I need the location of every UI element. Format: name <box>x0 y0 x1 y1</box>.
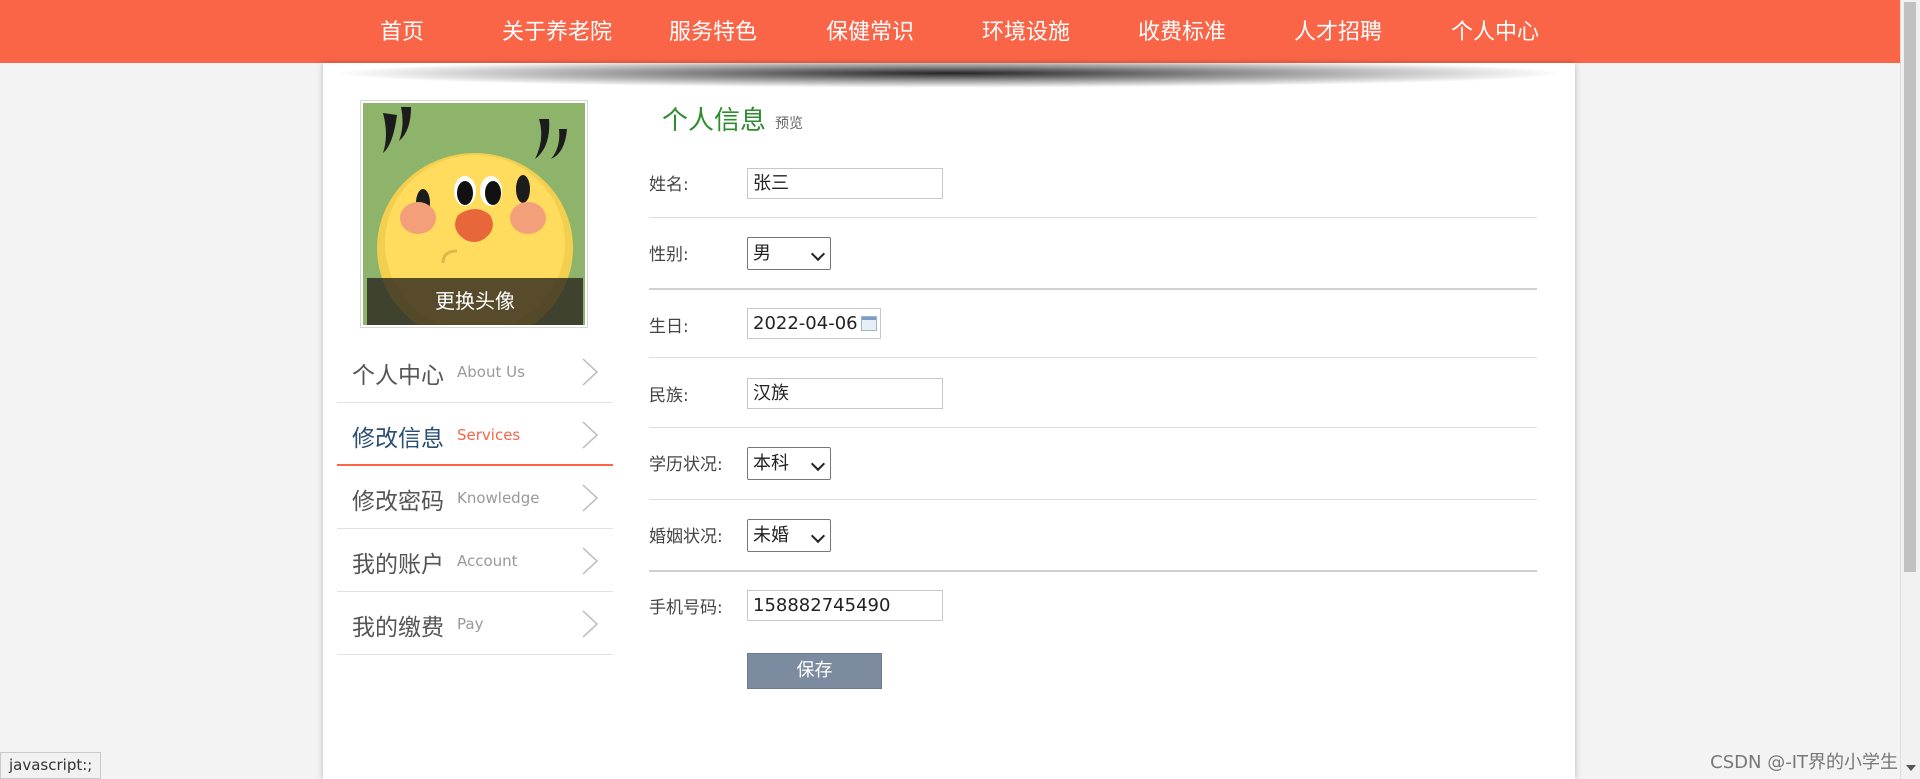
save-button[interactable]: 保存 <box>747 653 882 689</box>
education-select[interactable]: 本科 <box>747 447 831 480</box>
form-row-phone: 手机号码: 158882745490 <box>649 572 1537 632</box>
decorative-shadow-divider <box>335 63 1565 95</box>
chevron-right-icon <box>582 484 599 512</box>
sidebar-item-label: 修改信息 <box>352 426 444 452</box>
marital-select[interactable]: 未婚 <box>747 519 831 552</box>
chevron-right-icon <box>582 421 599 449</box>
calendar-icon[interactable] <box>861 316 877 331</box>
chevron-down-icon <box>810 528 826 544</box>
preview-link[interactable]: 预览 <box>775 113 803 133</box>
avatar[interactable]: 更换头像 <box>360 100 588 328</box>
chevron-down-icon <box>810 246 826 262</box>
sidebar-item-label: 我的缴费 <box>352 615 444 641</box>
nav-item-facilities[interactable]: 环境设施 <box>982 0 1070 63</box>
sidebar-item-edit-info[interactable]: 修改信息 Services <box>337 403 613 466</box>
gender-label: 性别: <box>649 245 689 265</box>
ethnicity-label: 民族: <box>649 386 689 406</box>
gender-selected-value: 男 <box>753 243 771 264</box>
scrollbar-thumb[interactable] <box>1904 2 1916 572</box>
watermark: CSDN @-IT界的小学生 <box>1710 752 1898 773</box>
sidebar-item-label: 修改密码 <box>352 489 444 515</box>
browser-status-bar: javascript:; <box>0 752 102 779</box>
sidebar-item-personal-center[interactable]: 个人中心 About Us <box>337 340 613 403</box>
nav-item-personal-center[interactable]: 个人中心 <box>1451 0 1539 63</box>
sidebar-item-label: 我的账户 <box>352 552 444 578</box>
sidebar-item-sublabel: Knowledge <box>457 489 540 507</box>
sidebar-item-sublabel: About Us <box>457 363 525 381</box>
chevron-right-icon <box>582 610 599 638</box>
nav-item-about[interactable]: 关于养老院 <box>502 0 612 63</box>
education-selected-value: 本科 <box>753 453 789 474</box>
sidebar-item-sublabel: Services <box>457 426 521 444</box>
nav-item-recruitment[interactable]: 人才招聘 <box>1294 0 1382 63</box>
gender-select[interactable]: 男 <box>747 237 831 270</box>
side-menu: 个人中心 About Us 修改信息 Services 修改密码 Knowled… <box>337 340 613 655</box>
form-row-ethnicity: 民族: 汉族 <box>649 358 1537 428</box>
name-label: 姓名: <box>649 175 689 195</box>
form-row-birthday: 生日: 2022-04-06 <box>649 290 1537 358</box>
sidebar-item-my-account[interactable]: 我的账户 Account <box>337 529 613 592</box>
sidebar-item-sublabel: Account <box>457 552 518 570</box>
form-row-name: 姓名: 张三 <box>649 155 1537 218</box>
nav-item-fees[interactable]: 收费标准 <box>1138 0 1226 63</box>
sidebar-item-change-password[interactable]: 修改密码 Knowledge <box>337 466 613 529</box>
top-navigation-bar: 首页 关于养老院 服务特色 保健常识 环境设施 收费标准 人才招聘 个人中心 <box>0 0 1900 63</box>
sidebar-item-label: 个人中心 <box>352 363 444 389</box>
birthday-value: 2022-04-06 <box>753 313 858 334</box>
vertical-scrollbar[interactable] <box>1900 0 1920 779</box>
form-row-education: 学历状况: 本科 <box>649 428 1537 500</box>
sidebar-item-sublabel: Pay <box>457 615 484 633</box>
form-row-marital: 婚姻状况: 未婚 <box>649 500 1537 572</box>
education-label: 学历状况: <box>649 455 723 475</box>
change-avatar-button[interactable]: 更换头像 <box>367 278 583 325</box>
birthday-input[interactable]: 2022-04-06 <box>747 308 881 339</box>
marital-selected-value: 未婚 <box>753 525 789 546</box>
phone-label: 手机号码: <box>649 598 723 618</box>
scroll-down-arrow-icon[interactable] <box>1906 765 1916 771</box>
form-row-gender: 性别: 男 <box>649 218 1537 290</box>
nav-item-health[interactable]: 保健常识 <box>826 0 914 63</box>
phone-input[interactable]: 158882745490 <box>747 590 943 621</box>
chevron-down-icon <box>810 456 826 472</box>
chevron-right-icon <box>582 358 599 386</box>
chevron-right-icon <box>582 547 599 575</box>
name-input[interactable]: 张三 <box>747 168 943 199</box>
birthday-label: 生日: <box>649 317 689 337</box>
marital-label: 婚姻状况: <box>649 527 723 547</box>
sidebar-item-my-payments[interactable]: 我的缴费 Pay <box>337 592 613 655</box>
nav-item-services[interactable]: 服务特色 <box>669 0 757 63</box>
nav-item-home[interactable]: 首页 <box>380 0 424 63</box>
ethnicity-input[interactable]: 汉族 <box>747 378 943 409</box>
page-title: 个人信息 <box>662 106 767 136</box>
